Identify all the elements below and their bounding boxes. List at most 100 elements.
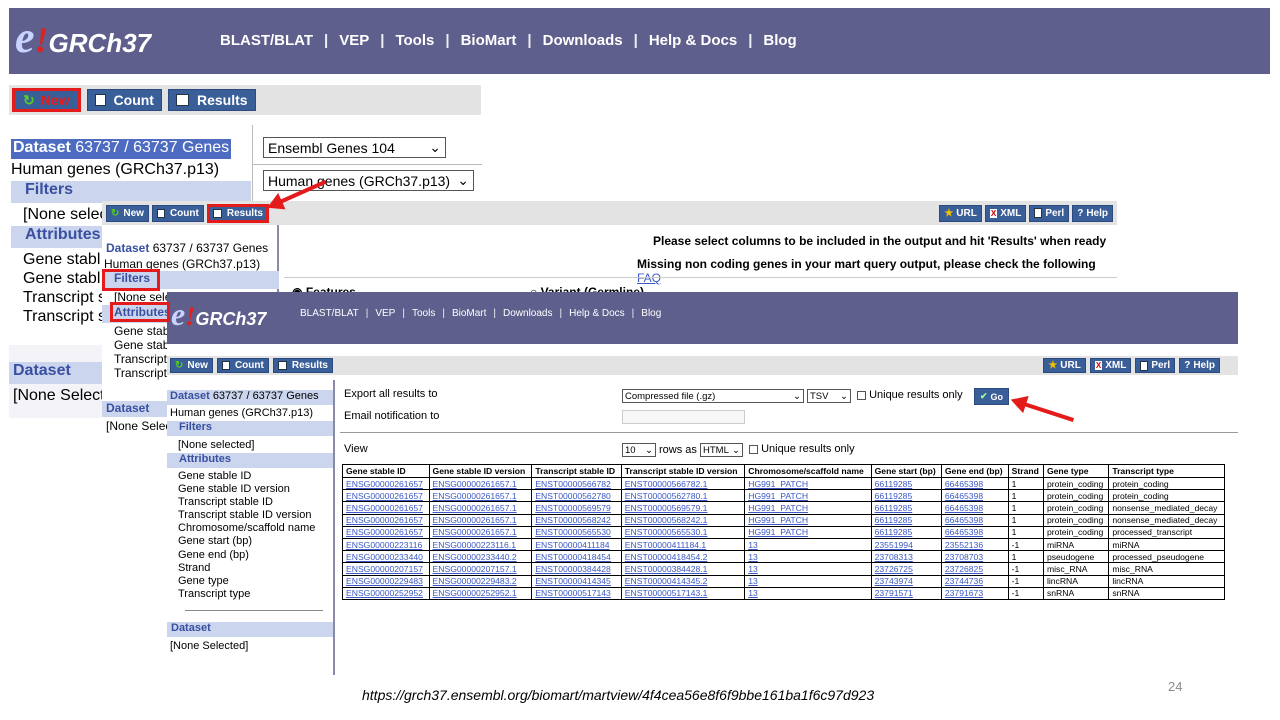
nav-biomart[interactable]: BioMart [461, 32, 517, 49]
table-cell-link[interactable]: 23791673 [940, 586, 1009, 600]
rows-select[interactable]: 10 ⌄ [622, 443, 656, 457]
table-cell-link[interactable]: ENSG00000261657.1 [428, 476, 533, 491]
results-button[interactable]: Results [272, 358, 333, 373]
nav-help-docs[interactable]: Help & Docs [569, 308, 625, 319]
table-cell-link[interactable]: 66119285 [870, 489, 942, 503]
count-button[interactable]: Count [216, 358, 269, 373]
table-cell-link[interactable]: ENSG00000261657 [342, 476, 430, 491]
table-cell-link[interactable]: 66119285 [870, 476, 942, 491]
table-cell-link[interactable]: 13 [744, 537, 872, 552]
dataset-header[interactable]: Dataset 63737 / 63737 Genes [11, 139, 232, 159]
nav-blast[interactable]: BLAST/BLAT [300, 308, 359, 319]
filters-header[interactable]: Filters [11, 181, 251, 203]
table-cell-link[interactable]: ENST00000565530 [531, 525, 622, 539]
table-cell-link[interactable]: ENST00000411184 [531, 537, 622, 552]
table-cell-link[interactable]: 23552136 [940, 537, 1009, 552]
nav-tools[interactable]: Tools [395, 32, 434, 49]
table-cell-link[interactable]: ENSG00000261657.1 [428, 501, 533, 515]
table-cell-link[interactable]: 66465398 [940, 513, 1009, 527]
nav-downloads[interactable]: Downloads [503, 308, 552, 319]
table-cell-link[interactable]: 23791571 [870, 586, 942, 600]
table-cell-link[interactable]: 66465398 [940, 489, 1009, 503]
nav-blog[interactable]: Blog [641, 308, 661, 319]
table-cell-link[interactable]: 13 [744, 562, 872, 576]
perl-button[interactable]: Perl [1029, 204, 1070, 222]
export-type-select[interactable]: TSV ⌄ [807, 389, 851, 403]
table-cell-link[interactable]: 66119285 [870, 513, 942, 527]
table-cell-link[interactable]: ENST00000384428 [531, 562, 622, 576]
export-format-select[interactable]: Compressed file (.gz) ⌄ [622, 389, 804, 403]
faq-link[interactable]: FAQ [637, 271, 661, 285]
filters-header[interactable]: Filters [167, 421, 333, 436]
table-cell-link[interactable]: ENSG00000252952 [342, 586, 430, 600]
perl-button[interactable]: Perl [1135, 358, 1176, 373]
table-cell-link[interactable]: ENST00000566782 [531, 476, 622, 491]
dataset2-header[interactable]: Dataset [167, 622, 333, 637]
table-cell-link[interactable]: ENSG00000229483 [342, 574, 430, 588]
dataset-header[interactable]: Dataset 63737 / 63737 Genes [106, 241, 268, 255]
table-cell-link[interactable]: 23744736 [940, 574, 1009, 588]
nav-tools[interactable]: Tools [412, 308, 435, 319]
table-cell-link[interactable]: ENSG00000261657.1 [428, 525, 533, 539]
results-button[interactable]: Results [206, 203, 269, 223]
table-cell-link[interactable]: ENSG00000261657 [342, 525, 430, 539]
xml-button[interactable]: X XML [984, 204, 1027, 222]
url-button[interactable]: ★ URL [1043, 358, 1086, 373]
table-cell-link[interactable]: ENSG00000261657 [342, 489, 430, 503]
table-cell-link[interactable]: ENST00000517143 [531, 586, 622, 600]
table-cell-link[interactable]: ENSG00000223116.1 [428, 537, 533, 552]
table-cell-link[interactable]: ENST00000562780 [531, 489, 622, 503]
dataset-header[interactable]: Dataset 63737 / 63737 Genes [167, 390, 333, 405]
table-cell-link[interactable]: ENSG00000261657 [342, 501, 430, 515]
table-cell-link[interactable]: 23726825 [940, 562, 1009, 576]
table-cell-link[interactable]: ENST00000565530.1 [620, 525, 746, 539]
table-cell-link[interactable]: ENSG00000223116 [342, 537, 430, 552]
table-cell-link[interactable]: ENST00000569579 [531, 501, 622, 515]
table-cell-link[interactable]: ENST00000414345 [531, 574, 622, 588]
results-button[interactable]: Results [167, 89, 256, 111]
nav-help-docs[interactable]: Help & Docs [649, 32, 737, 49]
help-button[interactable]: ? Help [1072, 204, 1113, 222]
table-cell-link[interactable]: 23726725 [870, 562, 942, 576]
table-cell-link[interactable]: HG991_PATCH [744, 476, 872, 491]
go-button[interactable]: ✔ Go [974, 388, 1010, 405]
table-cell-link[interactable]: 23743974 [870, 574, 942, 588]
view-format-select[interactable]: HTML ⌄ [700, 443, 743, 457]
table-cell-link[interactable]: ENST00000384428.1 [620, 562, 746, 576]
table-cell-link[interactable]: ENSG00000261657.1 [428, 513, 533, 527]
ensembl-logo[interactable]: e!GRCh37 [15, 16, 151, 65]
table-cell-link[interactable]: ENSG00000207157 [342, 562, 430, 576]
unique-results-checkbox[interactable]: Unique results only [857, 389, 963, 401]
table-cell-link[interactable]: 23708703 [940, 550, 1009, 564]
table-cell-link[interactable]: ENST00000569579.1 [620, 501, 746, 515]
table-cell-link[interactable]: ENST00000517143.1 [620, 586, 746, 600]
table-cell-link[interactable]: ENST00000418454 [531, 550, 622, 564]
nav-blog[interactable]: Blog [763, 32, 796, 49]
table-cell-link[interactable]: ENSG00000207157.1 [428, 562, 533, 576]
table-cell-link[interactable]: 13 [744, 574, 872, 588]
table-cell-link[interactable]: HG991_PATCH [744, 501, 872, 515]
table-cell-link[interactable]: HG991_PATCH [744, 513, 872, 527]
count-button[interactable]: Count [86, 89, 162, 111]
table-cell-link[interactable]: HG991_PATCH [744, 489, 872, 503]
table-cell-link[interactable]: ENST00000568242.1 [620, 513, 746, 527]
database-select[interactable]: Ensembl Genes 104 ⌄ [263, 137, 446, 158]
table-cell-link[interactable]: ENSG00000229483.2 [428, 574, 533, 588]
table-cell-link[interactable]: 13 [744, 586, 872, 600]
table-cell-link[interactable]: 66465398 [940, 476, 1009, 491]
table-cell-link[interactable]: ENST00000414345.2 [620, 574, 746, 588]
table-cell-link[interactable]: 66465398 [940, 525, 1009, 539]
table-cell-link[interactable]: ENSG00000252952.1 [428, 586, 533, 600]
new-button[interactable]: ↻ New [106, 204, 149, 222]
nav-vep[interactable]: VEP [339, 32, 369, 49]
attributes-header[interactable]: Attributes [167, 453, 333, 468]
view-unique-checkbox[interactable]: Unique results only [749, 443, 855, 455]
table-cell-link[interactable]: ENSG00000233440 [342, 550, 430, 564]
new-button[interactable]: ↻ New [12, 88, 81, 112]
new-button[interactable]: ↻ New [170, 358, 213, 373]
table-cell-link[interactable]: ENST00000418454.2 [620, 550, 746, 564]
table-cell-link[interactable]: 13 [744, 550, 872, 564]
table-cell-link[interactable]: 66465398 [940, 501, 1009, 515]
table-cell-link[interactable]: ENST00000568242 [531, 513, 622, 527]
table-cell-link[interactable]: ENSG00000261657.1 [428, 489, 533, 503]
